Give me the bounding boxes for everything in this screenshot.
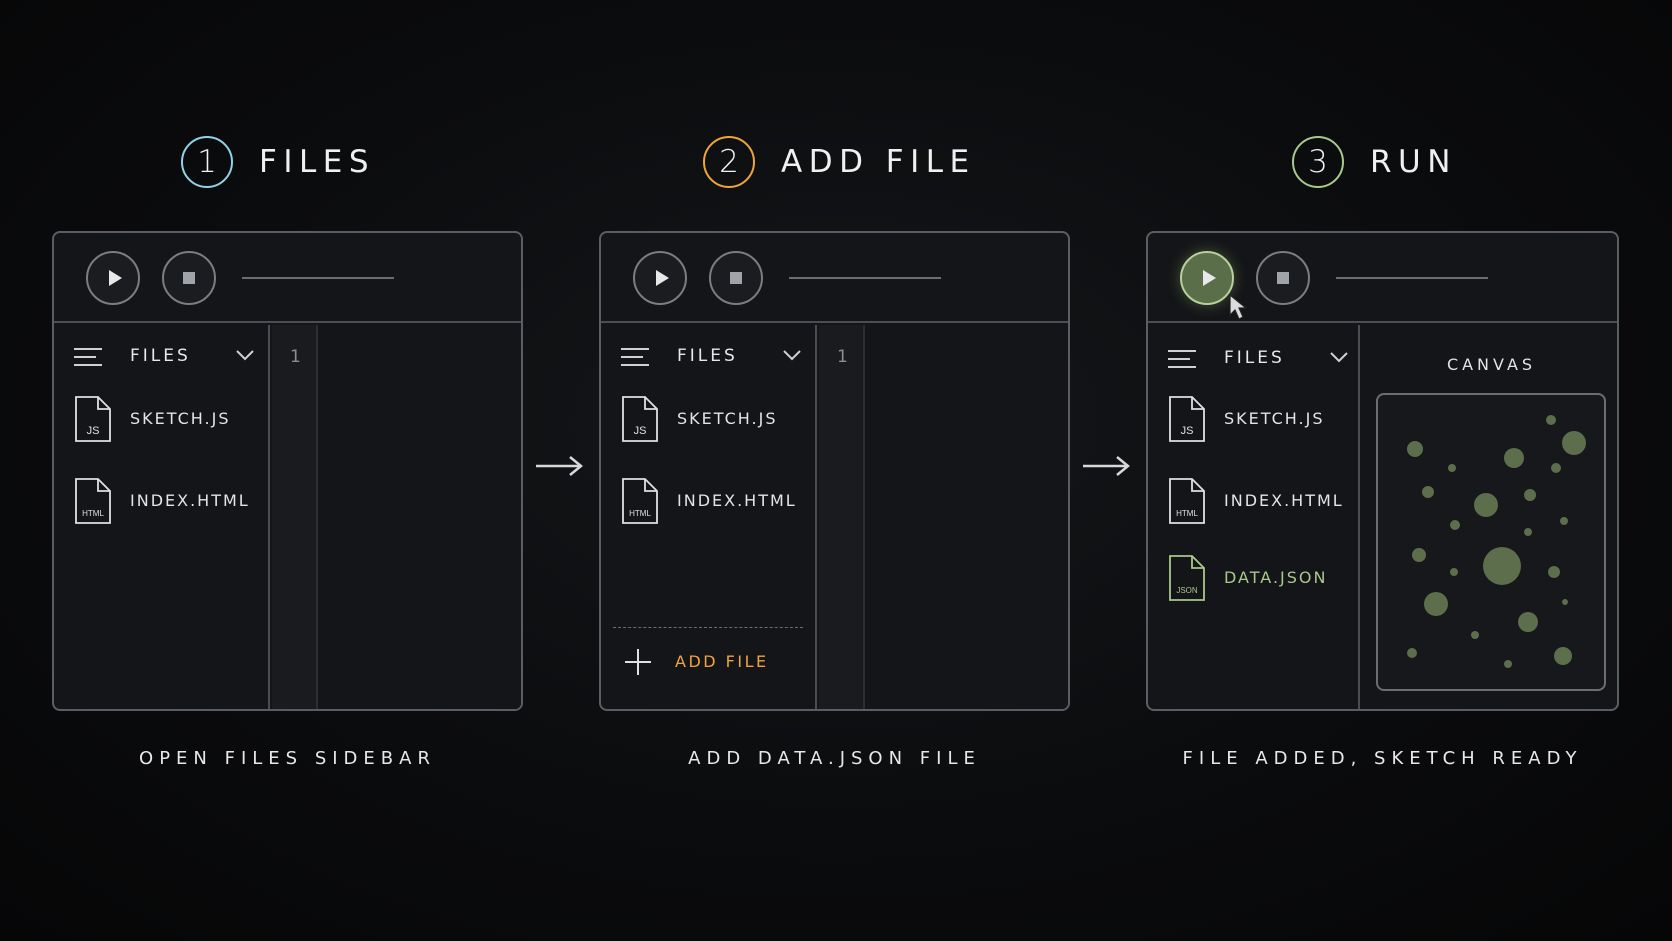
line-number: 1 (837, 347, 848, 367)
file-item-sketch-js[interactable]: JS SKETCH.JS (621, 395, 811, 443)
menu-icon[interactable] (74, 347, 102, 369)
file-name: INDEX.HTML (130, 491, 250, 510)
step-3-caption: FILE ADDED, SKETCH READY (1182, 748, 1583, 769)
svg-text:HTML: HTML (1176, 509, 1198, 518)
canvas-label: CANVAS (1446, 355, 1537, 374)
js-file-icon: JS (1169, 396, 1205, 442)
step-1-panel: FILES JS SKETCH.JS HTML INDEX.HTML 1 (52, 231, 523, 711)
code-editor[interactable] (867, 325, 1068, 709)
files-header[interactable]: FILES (621, 345, 801, 371)
svg-text:HTML: HTML (629, 509, 651, 518)
svg-text:JS: JS (1181, 425, 1194, 437)
json-file-icon: JSON (1169, 555, 1205, 601)
step-1-header: 1 FILES (181, 136, 375, 188)
play-button[interactable] (86, 251, 140, 305)
play-icon (109, 270, 122, 286)
file-name: INDEX.HTML (677, 491, 797, 510)
play-icon (656, 270, 669, 286)
file-name: SKETCH.JS (1224, 409, 1325, 428)
step-3-header: 3 RUN (1292, 136, 1457, 188)
menu-icon[interactable] (1168, 349, 1196, 371)
menu-icon[interactable] (621, 347, 649, 369)
files-label: FILES (1224, 348, 1285, 368)
html-file-icon: HTML (75, 478, 111, 524)
step-3-number: 3 (1292, 136, 1344, 188)
file-item-index-html[interactable]: HTML INDEX.HTML (74, 477, 264, 525)
divider (613, 627, 803, 628)
svg-text:JS: JS (87, 425, 100, 437)
toolbar (1148, 233, 1617, 323)
step-2-caption: ADD DATA.JSON FILE (688, 748, 981, 769)
toolbar-divider (1336, 277, 1488, 279)
file-name: SKETCH.JS (130, 409, 231, 428)
file-item-data-json[interactable]: JSON DATA.JSON (1168, 554, 1358, 602)
js-file-icon: JS (622, 396, 658, 442)
canvas-preview (1376, 393, 1606, 691)
code-editor[interactable] (320, 325, 521, 709)
svg-text:JSON: JSON (1176, 586, 1198, 595)
file-item-sketch-js[interactable]: JS SKETCH.JS (1168, 395, 1358, 443)
arrow-right-icon (1083, 456, 1130, 476)
file-item-index-html[interactable]: HTML INDEX.HTML (621, 477, 811, 525)
files-sidebar: FILES JS SKETCH.JS HTML INDEX.HTML JSON … (1148, 325, 1360, 709)
stop-button[interactable] (1256, 251, 1310, 305)
toolbar-divider (789, 277, 941, 279)
svg-text:JS: JS (634, 425, 647, 437)
js-file-icon: JS (75, 396, 111, 442)
add-file-label: ADD FILE (675, 652, 769, 671)
files-sidebar: FILES JS SKETCH.JS HTML INDEX.HTML (54, 325, 270, 709)
chevron-down-icon[interactable] (236, 349, 254, 361)
step-2-number: 2 (703, 136, 755, 188)
step-2-panel: FILES JS SKETCH.JS HTML INDEX.HTML ADD F… (599, 231, 1070, 711)
stop-button[interactable] (709, 251, 763, 305)
files-label: FILES (130, 346, 191, 366)
toolbar-divider (242, 277, 394, 279)
cursor-icon (1229, 293, 1248, 320)
step-2-header: 2 ADD FILE (703, 136, 976, 188)
file-item-sketch-js[interactable]: JS SKETCH.JS (74, 395, 264, 443)
html-file-icon: HTML (1169, 478, 1205, 524)
html-file-icon: HTML (622, 478, 658, 524)
stop-icon (730, 272, 742, 284)
line-gutter: 1 (272, 325, 318, 709)
line-number: 1 (290, 347, 301, 367)
files-header[interactable]: FILES (1168, 347, 1348, 373)
svg-text:HTML: HTML (82, 509, 104, 518)
chevron-down-icon[interactable] (783, 349, 801, 361)
toolbar (54, 233, 521, 323)
files-sidebar: FILES JS SKETCH.JS HTML INDEX.HTML (601, 325, 817, 709)
arrow-right-icon (536, 456, 583, 476)
step-1-title: FILES (259, 144, 376, 180)
chevron-down-icon[interactable] (1330, 351, 1348, 363)
files-header[interactable]: FILES (74, 345, 254, 371)
plus-icon (625, 649, 651, 675)
line-gutter: 1 (819, 325, 865, 709)
step-1-caption: OPEN FILES SIDEBAR (139, 748, 436, 769)
file-item-index-html[interactable]: HTML INDEX.HTML (1168, 477, 1358, 525)
toolbar (601, 233, 1068, 323)
step-3-panel: FILES JS SKETCH.JS HTML INDEX.HTML JSON … (1146, 231, 1619, 711)
step-2-title: ADD FILE (781, 144, 976, 180)
particle-sketch (1407, 415, 1586, 668)
add-file-button[interactable]: ADD FILE (623, 647, 793, 677)
step-1-number: 1 (181, 136, 233, 188)
play-button[interactable] (633, 251, 687, 305)
stop-button[interactable] (162, 251, 216, 305)
stop-icon (1277, 272, 1289, 284)
file-name: SKETCH.JS (677, 409, 778, 428)
file-name: INDEX.HTML (1224, 491, 1344, 510)
files-label: FILES (677, 346, 738, 366)
step-3-title: RUN (1370, 144, 1457, 180)
stop-icon (183, 272, 195, 284)
play-icon (1203, 270, 1216, 286)
play-button[interactable] (1180, 251, 1234, 305)
file-name: DATA.JSON (1224, 568, 1328, 587)
